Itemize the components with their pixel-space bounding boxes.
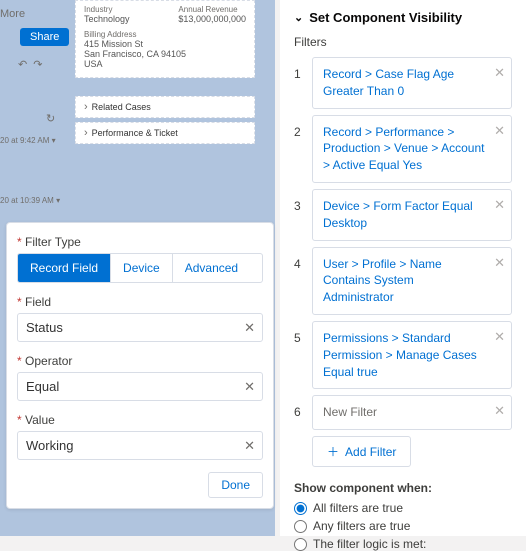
filter-item[interactable]: Permissions > Standard Permission > Mana… [312,321,512,389]
show-when-section: Show component when: All filters are tru… [294,481,512,551]
field-value-revenue: $13,000,000,000 [178,14,246,24]
panel-header[interactable]: ⌄ Set Component Visibility [294,10,512,25]
chevron-down-icon[interactable]: ▾ [56,196,60,205]
show-when-label: Show component when: [294,481,512,495]
field-label-revenue: Annual Revenue [178,5,246,14]
field-input[interactable] [17,313,263,342]
field-label-industry: Industry [84,5,130,14]
related-cases-section[interactable]: Related Cases [75,96,255,118]
more-link[interactable]: More [0,8,25,20]
operator-label: Operator [17,354,263,368]
chevron-right-icon [84,127,88,139]
filter-number: 3 [294,189,306,213]
timestamp-1: 20 at 9:42 AM ▾ [0,136,56,145]
section-label: Related Cases [92,102,151,112]
radio-any-input[interactable] [294,520,307,533]
filter-number: 2 [294,115,306,139]
panel-title: Set Component Visibility [309,10,462,25]
filter-item[interactable]: Device > Form Factor Equal Desktop✕ [312,189,512,241]
plus-icon: ＋ [327,443,339,460]
filter-item-new[interactable]: New Filter✕ [312,395,512,430]
value-input[interactable] [17,431,263,460]
performance-ticket-section[interactable]: Performance & Ticket [75,122,255,144]
filter-type-segmented: Record Field Device Advanced [17,253,263,283]
filter-number: 6 [294,395,306,419]
filter-item[interactable]: Record > Case Flag Age Greater Than 0✕ [312,57,512,109]
operator-input[interactable] [17,372,263,401]
filter-row: 2 Record > Performance > Production > Ve… [294,115,512,183]
field-label: Field [17,295,263,309]
filter-item[interactable]: User > Profile > Name Contains System Ad… [312,247,512,315]
record-preview-card: Industry Technology Annual Revenue $13,0… [75,0,255,78]
clear-operator-icon[interactable]: ✕ [244,379,255,395]
clear-field-icon[interactable]: ✕ [244,320,255,336]
filter-type-label: Filter Type [17,235,263,249]
chevron-down-icon[interactable]: ▾ [52,136,56,145]
chevron-right-icon [84,101,88,113]
filter-row: 3 Device > Form Factor Equal Desktop✕ [294,189,512,241]
remove-filter-icon[interactable]: ✕ [494,254,505,272]
billing-line3: USA [84,59,246,69]
remove-filter-icon[interactable]: ✕ [494,328,505,346]
field-label-billing: Billing Address [84,30,246,39]
redo-icon[interactable]: ↷ [33,58,42,71]
remove-filter-icon[interactable]: ✕ [494,402,505,420]
remove-filter-icon[interactable]: ✕ [494,122,505,140]
filter-row: 4 User > Profile > Name Contains System … [294,247,512,315]
refresh-icon[interactable]: ↻ [46,112,55,125]
filter-number: 5 [294,321,306,345]
filter-number: 4 [294,247,306,271]
done-button[interactable]: Done [208,472,263,498]
undo-icon[interactable]: ↶ [18,58,27,71]
filter-number: 1 [294,57,306,81]
field-value-industry: Technology [84,14,130,24]
section-label: Performance & Ticket [92,128,178,138]
billing-line1: 415 Mission St [84,39,246,49]
radio-logic[interactable]: The filter logic is met: [294,537,512,551]
add-filter-button[interactable]: ＋ Add Filter [312,436,411,467]
radio-any[interactable]: Any filters are true [294,519,512,533]
tab-device[interactable]: Device [111,254,173,282]
share-button[interactable]: Share [20,28,69,46]
radio-all-input[interactable] [294,502,307,515]
add-filter-label: Add Filter [345,445,396,459]
remove-filter-icon[interactable]: ✕ [494,196,505,214]
filters-list: 1 Record > Case Flag Age Greater Than 0✕… [294,57,512,430]
tab-record-field[interactable]: Record Field [18,254,111,282]
radio-all[interactable]: All filters are true [294,501,512,515]
value-label: Value [17,413,263,427]
filter-row: 6 New Filter✕ [294,395,512,430]
filter-row: 5 Permissions > Standard Permission > Ma… [294,321,512,389]
filters-heading: Filters [294,35,512,49]
radio-logic-input[interactable] [294,538,307,551]
billing-line2: San Francisco, CA 94105 [84,49,246,59]
chevron-down-icon: ⌄ [294,11,303,24]
visibility-panel: ⌄ Set Component Visibility Filters 1 Rec… [280,0,526,536]
clear-value-icon[interactable]: ✕ [244,438,255,454]
remove-filter-icon[interactable]: ✕ [494,64,505,82]
timestamp-2: 20 at 10:39 AM ▾ [0,196,60,205]
filter-editor-card: Filter Type Record Field Device Advanced… [6,222,274,509]
filter-row: 1 Record > Case Flag Age Greater Than 0✕ [294,57,512,109]
filter-item[interactable]: Record > Performance > Production > Venu… [312,115,512,183]
tab-advanced[interactable]: Advanced [173,254,250,282]
